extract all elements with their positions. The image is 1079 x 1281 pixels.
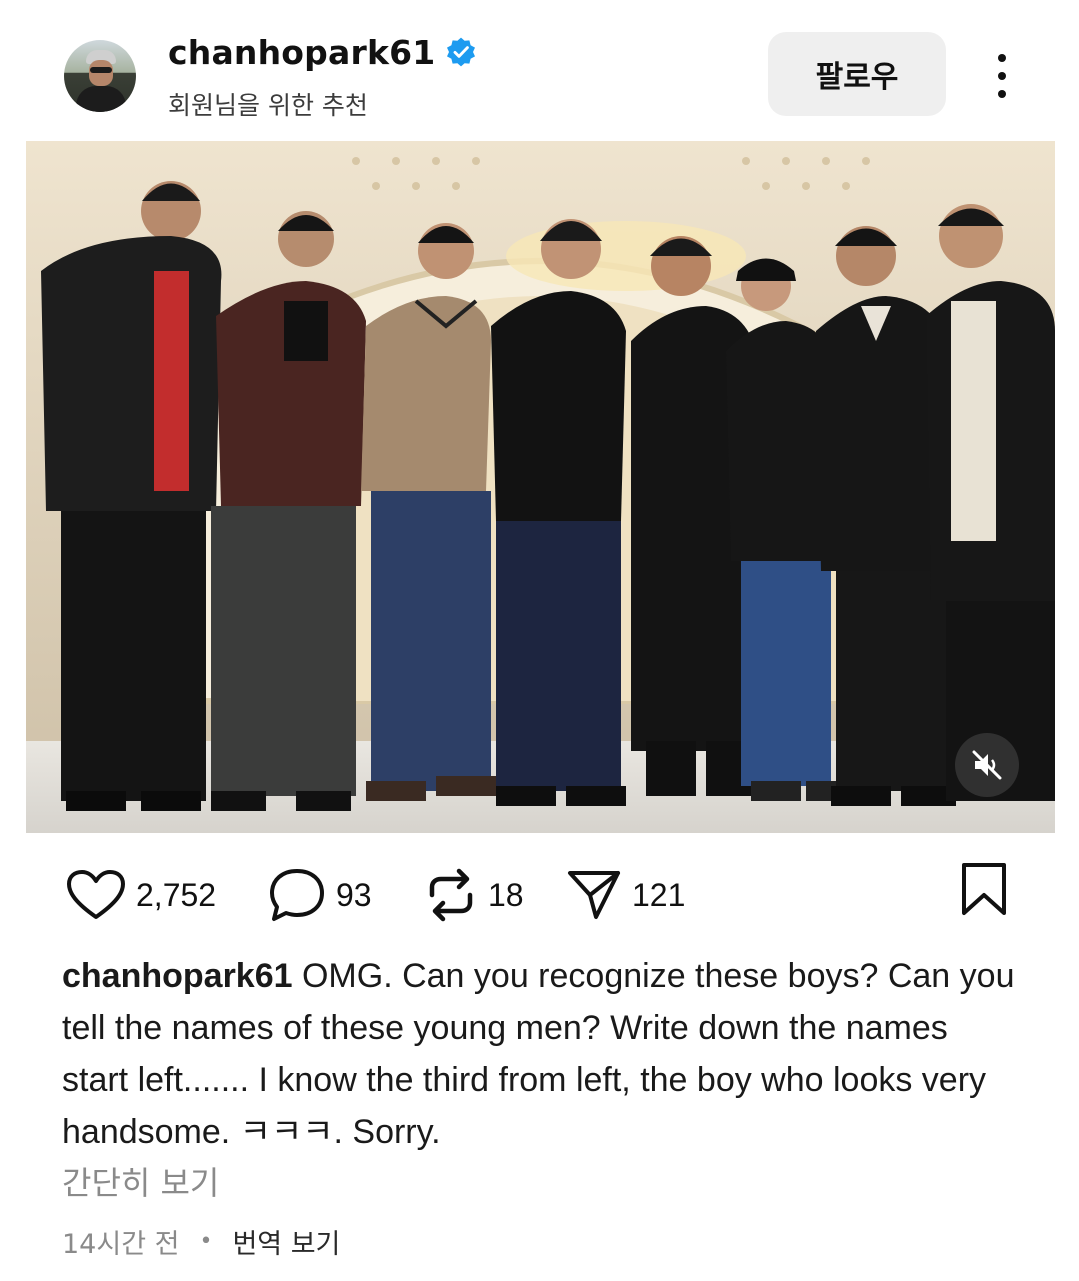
- verified-badge-icon: [447, 37, 476, 67]
- comment-action[interactable]: 93: [268, 860, 372, 930]
- repost-action[interactable]: 18: [424, 860, 524, 930]
- repost-count: 18: [488, 876, 524, 913]
- more-vertical-icon[interactable]: [982, 48, 1022, 104]
- post-username[interactable]: chanhopark61: [168, 33, 435, 72]
- caption-username[interactable]: chanhopark61: [62, 957, 293, 995]
- profile-avatar[interactable]: [64, 40, 136, 112]
- post-header: chanhopark61 회원님을 위한 추천 팔로우: [0, 0, 1079, 140]
- meta-separator: •: [199, 1229, 213, 1254]
- comment-count: 93: [336, 876, 372, 913]
- post-caption: chanhopark61 OMG. Can you recognize thes…: [62, 950, 1022, 1158]
- like-action[interactable]: 2,752: [66, 860, 216, 930]
- see-less-link[interactable]: 간단히 보기: [62, 1158, 219, 1204]
- share-icon[interactable]: [566, 867, 622, 923]
- heart-icon[interactable]: [66, 869, 126, 921]
- bookmark-icon[interactable]: [960, 862, 1008, 916]
- translate-link[interactable]: 번역 보기: [232, 1222, 340, 1261]
- share-action[interactable]: 121: [566, 860, 685, 930]
- suggested-label: 회원님을 위한 추천: [168, 91, 368, 120]
- like-count: 2,752: [136, 876, 217, 913]
- username-row: chanhopark61: [168, 32, 477, 72]
- comment-icon[interactable]: [268, 867, 326, 923]
- post-timestamp: 14시간 전: [62, 1229, 180, 1260]
- speaker-muted-icon[interactable]: [955, 733, 1019, 797]
- repost-icon[interactable]: [424, 867, 478, 923]
- follow-button[interactable]: 팔로우: [768, 32, 946, 116]
- action-bar: 2,752 93 18 121: [0, 860, 1079, 930]
- share-count: 121: [632, 876, 686, 913]
- group-photo-illustration: [26, 141, 1055, 833]
- post-meta: 14시간 전 • 번역 보기: [62, 1222, 340, 1261]
- post-photo[interactable]: [26, 141, 1055, 833]
